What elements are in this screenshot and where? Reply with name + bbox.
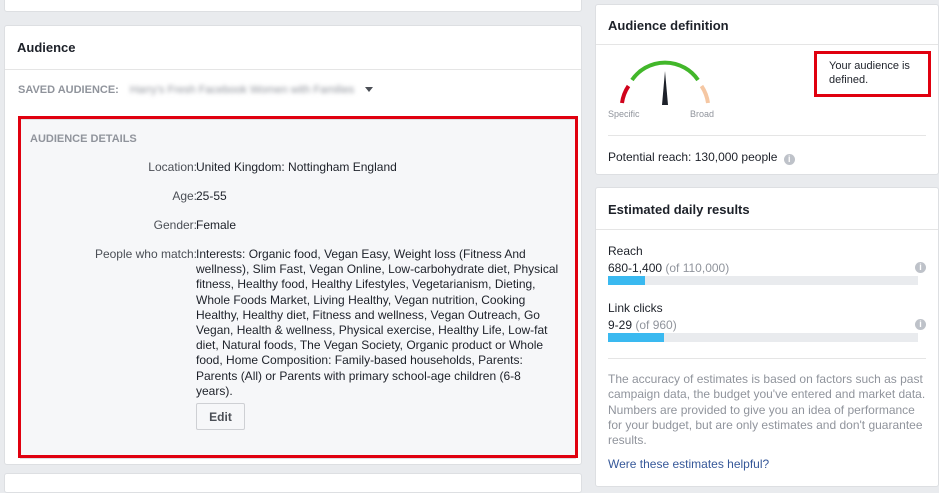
divider [608,358,926,359]
potential-reach: Potential reach: 130,000 people i [608,150,795,165]
saved-audience-row[interactable]: SAVED AUDIENCE: Harry's Fresh Facebook W… [18,84,374,96]
reach-bar [608,276,918,285]
reach-bar-fill [608,276,646,285]
gauge-arc-broad [699,84,710,104]
reach-value: 680-1,400 (of 110,000) [608,261,729,275]
link-clicks-value: 9-29 (of 960) [608,318,677,332]
audience-size-gauge [620,60,710,105]
clicks-range: 9-29 [608,318,633,332]
highlight-audience-status [814,51,931,97]
next-section-card [4,473,582,493]
estimated-results-card: Estimated daily results Reach 680-1,400 … [595,187,939,487]
reach-label: Reach [608,244,643,258]
audience-definition-title: Audience definition [596,5,938,45]
highlight-audience-details [18,116,578,458]
estimates-disclaimer: The accuracy of estimates is based on fa… [608,372,926,448]
estimated-results-title: Estimated daily results [596,188,938,230]
info-icon[interactable]: i [915,262,926,273]
gauge-label-specific: Specific [608,109,640,119]
link-clicks-bar [608,333,918,342]
link-clicks-bar-fill [608,333,664,342]
audience-card-title: Audience [5,26,581,70]
reach-range: 680-1,400 [608,261,663,275]
info-icon[interactable]: i [915,319,926,330]
caret-down-icon[interactable] [365,87,374,92]
gauge-needle [662,71,668,105]
gauge-label-broad: Broad [690,109,715,119]
clicks-total: (of 960) [635,318,677,332]
link-clicks-label: Link clicks [608,301,663,315]
reach-total: (of 110,000) [665,261,730,275]
saved-audience-label: SAVED AUDIENCE: [18,84,119,96]
gauge-arc-specific [620,84,631,104]
potential-reach-text: Potential reach: 130,000 people [608,150,778,164]
estimates-helpful-link[interactable]: Were these estimates helpful? [608,457,769,471]
saved-audience-value[interactable]: Harry's Fresh Facebook Women with Famili… [130,84,354,96]
info-icon[interactable]: i [783,154,795,165]
divider [608,135,926,136]
previous-section-card [4,0,582,12]
